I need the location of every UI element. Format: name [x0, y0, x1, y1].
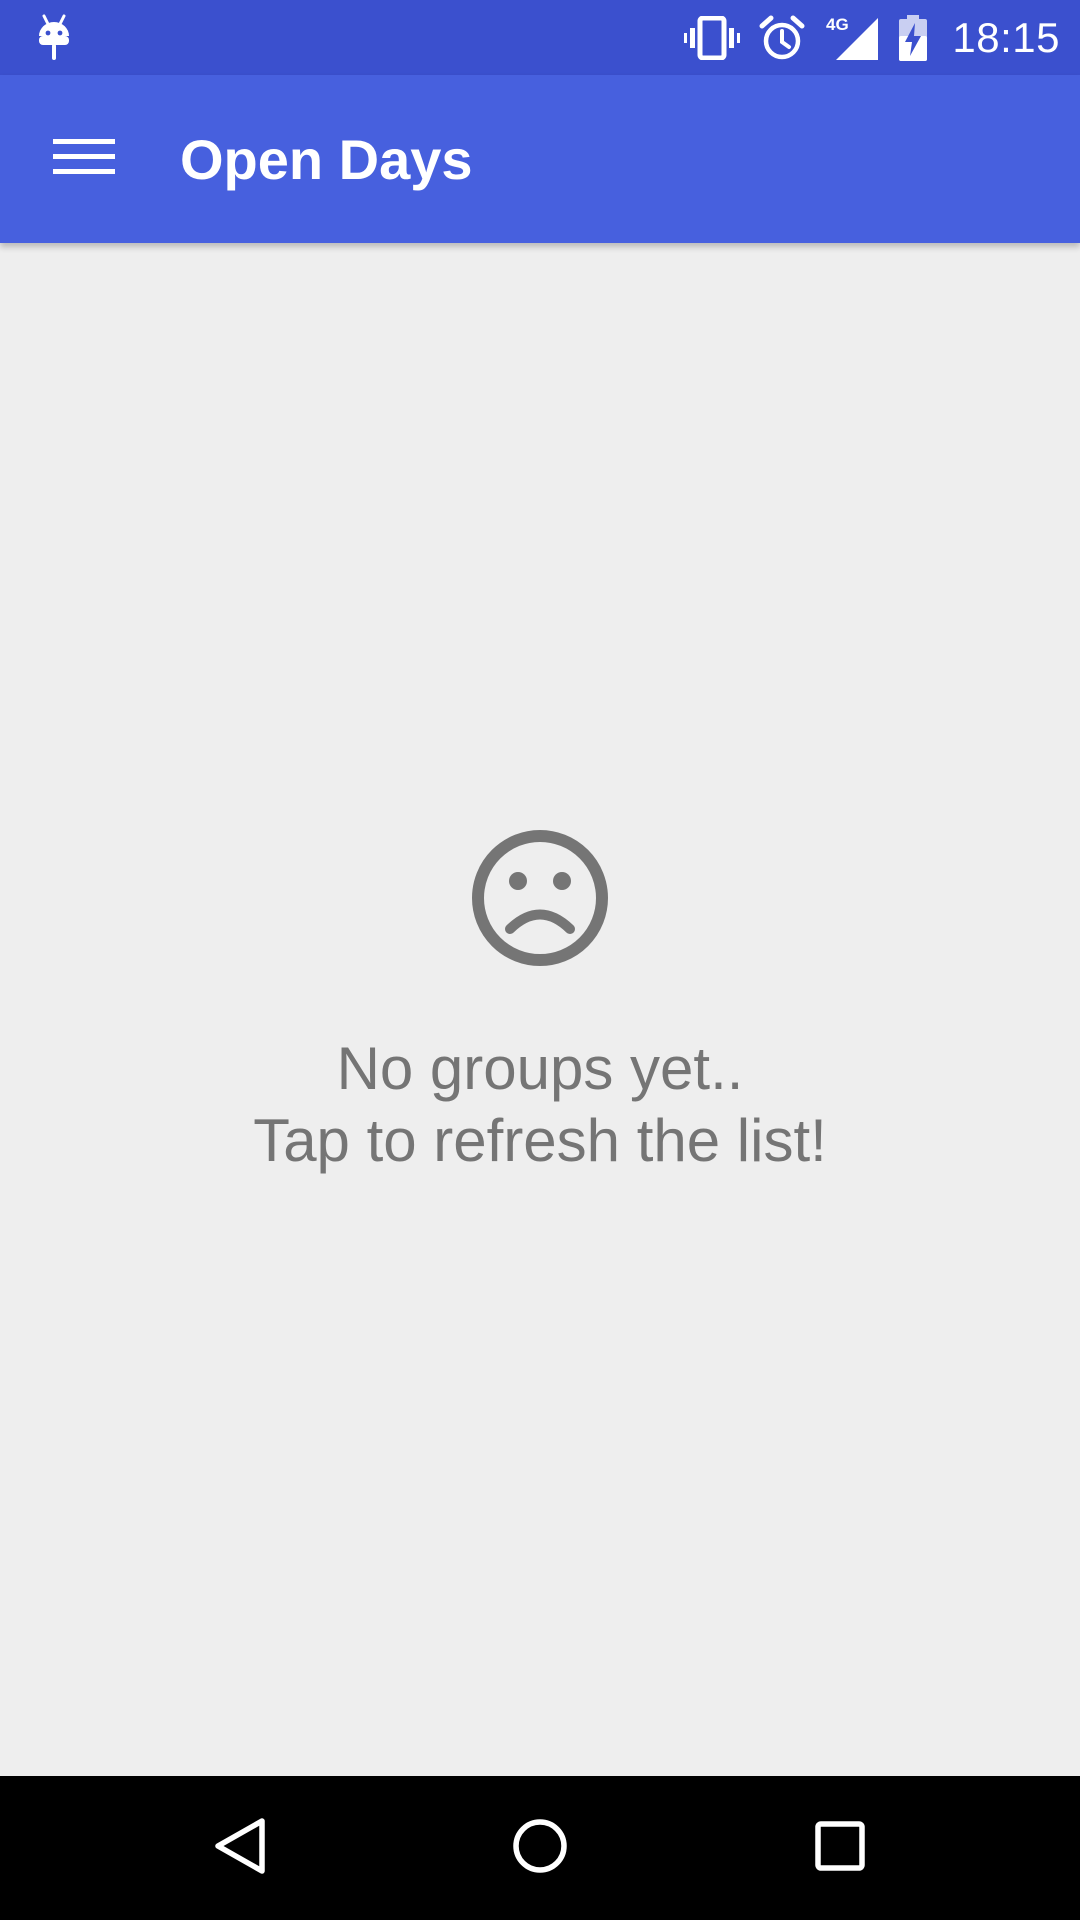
status-icons: 4G 18:15 [684, 0, 1060, 75]
home-button[interactable] [480, 1798, 600, 1898]
alarm-icon [758, 14, 806, 62]
page-title: Open Days [180, 127, 473, 191]
battery-charging-icon [898, 14, 928, 62]
empty-message-line1: No groups yet.. [336, 1035, 744, 1102]
empty-message: No groups yet.. Tap to refresh the list! [0, 1033, 1080, 1177]
status-time: 18:15 [952, 13, 1060, 61]
sad-face-icon [470, 828, 610, 968]
empty-message-line2: Tap to refresh the list! [253, 1107, 827, 1174]
app-bar: Open Days [0, 75, 1080, 243]
vibrate-icon [684, 15, 741, 60]
main-content: No groups yet.. Tap to refresh the list! [0, 243, 1080, 1776]
network-type-label: 4G [826, 15, 849, 34]
refresh-empty-state[interactable]: No groups yet.. Tap to refresh the list! [0, 243, 1080, 1776]
back-button[interactable] [180, 1798, 300, 1898]
hamburger-menu-icon [53, 137, 115, 182]
recents-button[interactable] [780, 1798, 900, 1898]
debug-icon [36, 14, 72, 67]
navigation-bar [0, 1776, 1080, 1920]
home-circle-icon [510, 1816, 570, 1881]
signal-icon: 4G [824, 14, 880, 62]
back-triangle-icon [212, 1816, 268, 1881]
recents-square-icon [812, 1818, 868, 1879]
menu-button[interactable] [30, 117, 138, 201]
status-bar: 4G 18:15 [0, 0, 1080, 75]
